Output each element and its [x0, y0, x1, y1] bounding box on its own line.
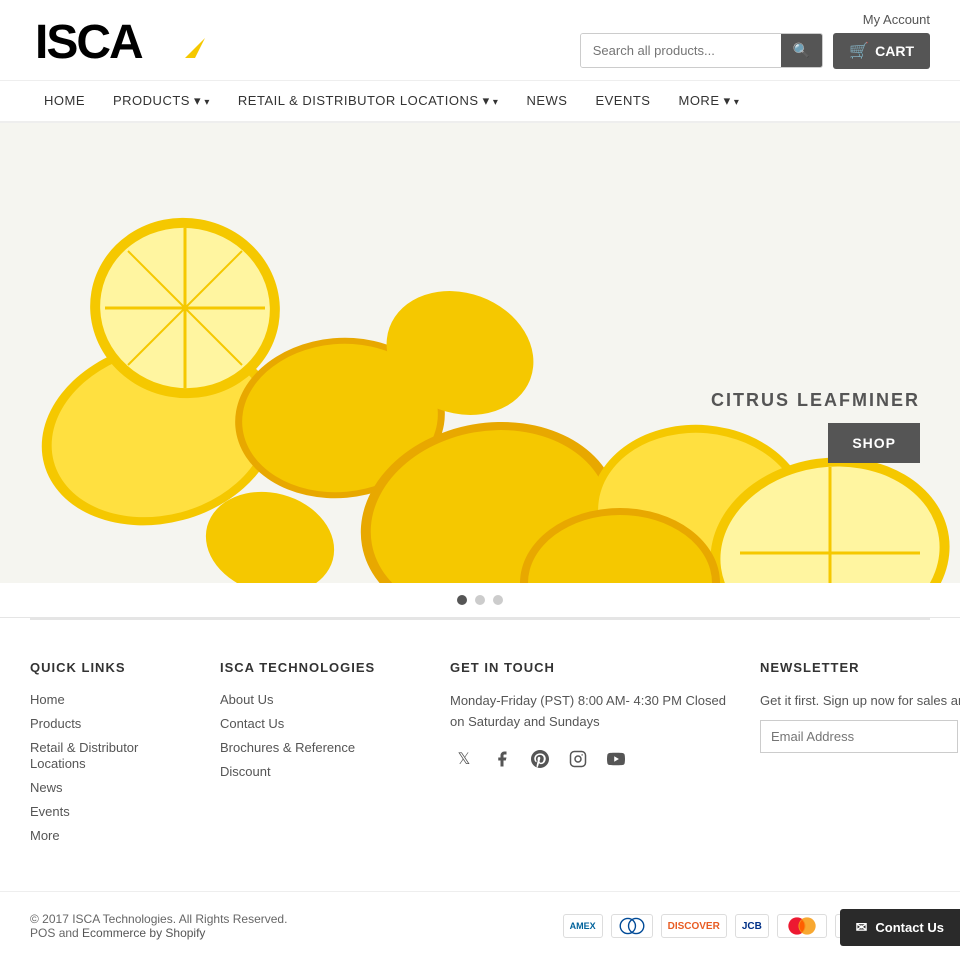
copyright-text: © 2017 ISCA Technologies. All Rights Res…: [30, 912, 287, 926]
cart-button[interactable]: 🛒 CART: [833, 33, 930, 69]
nav-item-locations: RETAIL & DISTRIBUTOR LOCATIONS ▾: [224, 81, 513, 121]
nav-item-home: HOME: [30, 81, 99, 121]
search-input[interactable]: [581, 34, 781, 67]
list-item: Brochures & Reference: [220, 739, 420, 755]
nav-item-events: EVENTS: [581, 81, 664, 121]
footer-links: QUICK LINKS Home Products Retail & Distr…: [0, 620, 960, 891]
nav-link-products[interactable]: PRODUCTS ▾: [99, 81, 224, 121]
list-item: News: [30, 779, 190, 795]
pinterest-icon[interactable]: [526, 745, 554, 773]
logo-text: ISCA: [30, 10, 210, 70]
hero-section: CITRUS LEAFMINER SHOP: [0, 123, 960, 583]
list-item: Discount: [220, 763, 420, 779]
search-button[interactable]: 🔍: [781, 34, 822, 67]
newsletter-form: SIGN UP: [760, 720, 960, 753]
newsletter-email-input[interactable]: [760, 720, 958, 753]
footer-quick-links: QUICK LINKS Home Products Retail & Distr…: [30, 660, 190, 851]
isca-brochures-link[interactable]: Brochures & Reference: [220, 740, 355, 755]
carousel-dot-1[interactable]: [457, 595, 467, 605]
my-account-link[interactable]: My Account: [863, 12, 930, 27]
hero-image: CITRUS LEAFMINER SHOP: [0, 123, 960, 583]
header-right: My Account 🔍 🛒 CART: [580, 12, 930, 69]
hero-shop-button[interactable]: SHOP: [828, 423, 920, 463]
main-nav: HOME PRODUCTS ▾ RETAIL & DISTRIBUTOR LOC…: [0, 81, 960, 123]
nav-item-more: MORE ▾: [664, 81, 753, 121]
footer-bottom: © 2017 ISCA Technologies. All Rights Res…: [0, 891, 960, 960]
svg-text:ISCA: ISCA: [35, 16, 143, 69]
twitter-icon[interactable]: 𝕏: [450, 745, 478, 773]
facebook-icon[interactable]: [488, 745, 516, 773]
list-item: More: [30, 827, 190, 843]
site-header: ISCA My Account 🔍 🛒 CART: [0, 0, 960, 123]
and-text: and: [59, 926, 82, 940]
nav-list: HOME PRODUCTS ▾ RETAIL & DISTRIBUTOR LOC…: [30, 81, 930, 121]
payment-amex: AMEX: [563, 914, 603, 938]
payment-mastercard: [777, 914, 827, 938]
isca-discount-link[interactable]: Discount: [220, 764, 271, 779]
isca-tech-list: About Us Contact Us Brochures & Referenc…: [220, 691, 420, 779]
cart-icon: 🛒: [849, 41, 869, 61]
footer-newsletter: NEWSLETTER Get it first. Sign up now for…: [760, 660, 960, 851]
envelope-icon: ✉: [856, 919, 868, 936]
nav-link-news[interactable]: NEWS: [512, 81, 581, 120]
hero-text: CITRUS LEAFMINER SHOP: [711, 390, 920, 463]
social-icons: 𝕏: [450, 745, 730, 773]
quick-link-home[interactable]: Home: [30, 692, 65, 707]
youtube-icon[interactable]: [602, 745, 630, 773]
header-actions: 🔍 🛒 CART: [580, 33, 930, 69]
hero-label: CITRUS LEAFMINER: [711, 390, 920, 411]
contact-hours: Monday-Friday (PST) 8:00 AM- 4:30 PM Clo…: [450, 691, 730, 733]
logo-svg: ISCA: [30, 10, 210, 70]
quick-link-products[interactable]: Products: [30, 716, 81, 731]
get-in-touch-heading: GET IN TOUCH: [450, 660, 730, 675]
sticky-contact-button[interactable]: ✉ Contact Us: [840, 909, 960, 946]
quick-link-locations[interactable]: Retail & Distributor Locations: [30, 740, 138, 771]
instagram-icon[interactable]: [564, 745, 592, 773]
nav-item-news: NEWS: [512, 81, 581, 121]
payment-discover: DISCOVER: [661, 914, 727, 938]
header-top: ISCA My Account 🔍 🛒 CART: [0, 0, 960, 81]
logo[interactable]: ISCA: [30, 10, 210, 70]
footer-get-in-touch: GET IN TOUCH Monday-Friday (PST) 8:00 AM…: [450, 660, 730, 851]
quick-link-news[interactable]: News: [30, 780, 63, 795]
nav-link-events[interactable]: EVENTS: [581, 81, 664, 120]
ecommerce-link[interactable]: Ecommerce by Shopify: [82, 926, 205, 940]
search-icon: 🔍: [793, 42, 810, 58]
quick-link-more[interactable]: More: [30, 828, 60, 843]
sticky-contact-label: Contact Us: [875, 920, 944, 935]
cart-label: CART: [875, 43, 914, 59]
quick-links-heading: QUICK LINKS: [30, 660, 190, 675]
isca-contact-link[interactable]: Contact Us: [220, 716, 284, 731]
quick-link-events[interactable]: Events: [30, 804, 70, 819]
payment-diners: [611, 914, 653, 938]
isca-about-link[interactable]: About Us: [220, 692, 273, 707]
nav-item-products: PRODUCTS ▾: [99, 81, 224, 121]
newsletter-heading: NEWSLETTER: [760, 660, 960, 675]
list-item: Retail & Distributor Locations: [30, 739, 190, 771]
footer-isca-tech: ISCA TECHNOLOGIES About Us Contact Us Br…: [220, 660, 420, 851]
nav-link-locations[interactable]: RETAIL & DISTRIBUTOR LOCATIONS ▾: [224, 81, 513, 121]
carousel-dot-3[interactable]: [493, 595, 503, 605]
carousel-dot-2[interactable]: [475, 595, 485, 605]
lemon-illustration: [0, 123, 960, 583]
list-item: Contact Us: [220, 715, 420, 731]
nav-link-more[interactable]: MORE ▾: [664, 81, 753, 121]
carousel-dots: [0, 583, 960, 618]
list-item: Home: [30, 691, 190, 707]
isca-tech-heading: ISCA TECHNOLOGIES: [220, 660, 420, 675]
payment-jcb: JCB: [735, 914, 769, 938]
search-form: 🔍: [580, 33, 823, 68]
nav-link-home[interactable]: HOME: [30, 81, 99, 120]
list-item: About Us: [220, 691, 420, 707]
list-item: Products: [30, 715, 190, 731]
list-item: Events: [30, 803, 190, 819]
pos-text: POS: [30, 926, 55, 940]
quick-links-list: Home Products Retail & Distributor Locat…: [30, 691, 190, 843]
footer-copyright: © 2017 ISCA Technologies. All Rights Res…: [30, 912, 287, 940]
newsletter-description: Get it first. Sign up now for sales and …: [760, 691, 960, 712]
